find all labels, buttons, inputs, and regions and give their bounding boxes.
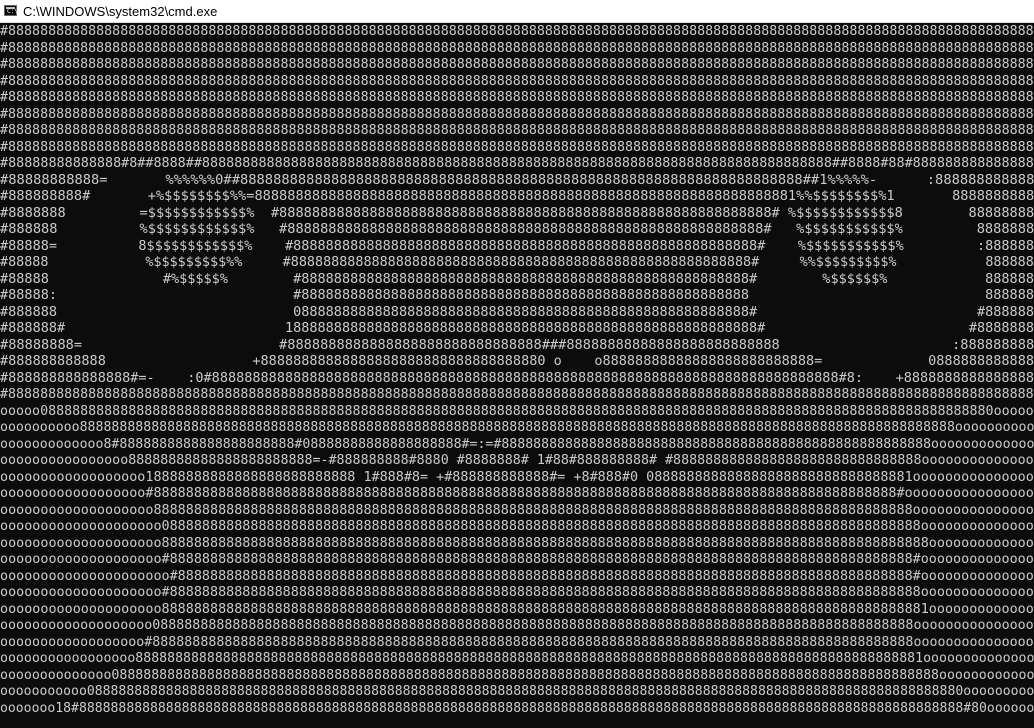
- console-line: oooooooooo888888888888888888888888888888…: [0, 420, 1034, 435]
- console-line: oooooooooooooooooooo#8888888888888888888…: [0, 585, 1034, 600]
- console-line: #888888888888888#=- :0#88888888888888888…: [0, 370, 1034, 386]
- console-line: #8888888 =$$$$$$$$$$$$% #888888888888888…: [0, 205, 1034, 221]
- console-line: #888888888888888888888888888888888888888…: [0, 123, 1034, 138]
- console-line: #888888888888888888888888888888888888888…: [0, 57, 1034, 72]
- console-line: ooooooooooo08888888888888888888888888888…: [0, 684, 1034, 699]
- console-line: #888888888888 +8888888888888888888888888…: [0, 354, 1034, 369]
- console-line: ooooooooooooooooooo888888888888888888888…: [0, 502, 1034, 518]
- console-line: oooooooooooooooooo1888888888888888888888…: [0, 469, 1034, 485]
- console-line: #888888 %$$$$$$$$$$$$% #8888888888888888…: [0, 222, 1034, 237]
- console-line: #888888888888888888888888888888888888888…: [0, 73, 1034, 89]
- console-line: oooooooooooooooooooo#8888888888888888888…: [0, 552, 1034, 567]
- console-line: #888888888888888888888888888888888888888…: [0, 139, 1034, 155]
- console-line: #88888888= #8888888888888888888888888888…: [0, 337, 1034, 353]
- window-title: C:\WINDOWS\system32\cmd.exe: [23, 4, 218, 19]
- console-line: oooooooooooooooooo#888888888888888888888…: [0, 486, 1034, 501]
- console-line: #888888 08888888888888888888888888888888…: [0, 304, 1034, 320]
- console-output[interactable]: #888888888888888888888888888888888888888…: [0, 24, 1034, 728]
- console-line: #88888= 8$$$$$$$$$$$$% #8888888888888888…: [0, 238, 1034, 254]
- console-line: ooooo08888888888888888888888888888888888…: [0, 403, 1034, 419]
- console-line: ooooooo18#888888888888888888888888888888…: [0, 700, 1034, 716]
- console-line: ooooooooooooooooo88888888888888888888888…: [0, 651, 1034, 666]
- console-line: oooooooooooooooooooo08888888888888888888…: [0, 519, 1034, 534]
- console-line: #88888888888= %%%%%%0##88888888888888888…: [0, 172, 1034, 188]
- console-line: #888888888888888888888888888888888888888…: [0, 40, 1034, 56]
- console-line: oooooooooooooo08888888888888888888888888…: [0, 667, 1034, 683]
- console-line: #88888 %$$$$$$$$$%% #8888888888888888888…: [0, 255, 1034, 270]
- console-line: oooooooooooooooooooo88888888888888888888…: [0, 601, 1034, 617]
- console-line: #88888 #%$$$$$% #88888888888888888888888…: [0, 271, 1034, 287]
- console-line: ooooooooooooooooooooo#888888888888888888…: [0, 568, 1034, 584]
- console-line: #888888888888888888888888888888888888888…: [0, 24, 1034, 39]
- console-line: #888888# 1888888888888888888888888888888…: [0, 321, 1034, 336]
- console-line: oooooooooooooooooooo88888888888888888888…: [0, 535, 1034, 551]
- console-line: #888888888888888888888888888888888888888…: [0, 90, 1034, 105]
- console-line: ooooooooooooooooooo088888888888888888888…: [0, 618, 1034, 633]
- console-line: #88888: #8888888888888888888888888888888…: [0, 288, 1034, 303]
- console-line: #888888888888888888888888888888888888888…: [0, 387, 1034, 402]
- console-line: oooooooooooooooooo#888888888888888888888…: [0, 634, 1034, 650]
- console-line: oooooooooooooooo88888888888888888888888=…: [0, 453, 1034, 468]
- cmd-icon: C:\: [4, 5, 18, 16]
- title-bar[interactable]: C:\ C:\WINDOWS\system32\cmd.exe: [0, 0, 1034, 23]
- console-line: #888888888888888888888888888888888888888…: [0, 106, 1034, 122]
- console-line: ooooooooooooo8#8888888888888888888888#08…: [0, 436, 1034, 452]
- console-line: #888888888# +%$$$$$$$$%%=888888888888888…: [0, 189, 1034, 204]
- console-line: #88888888888888#8##8888##888888888888888…: [0, 156, 1034, 171]
